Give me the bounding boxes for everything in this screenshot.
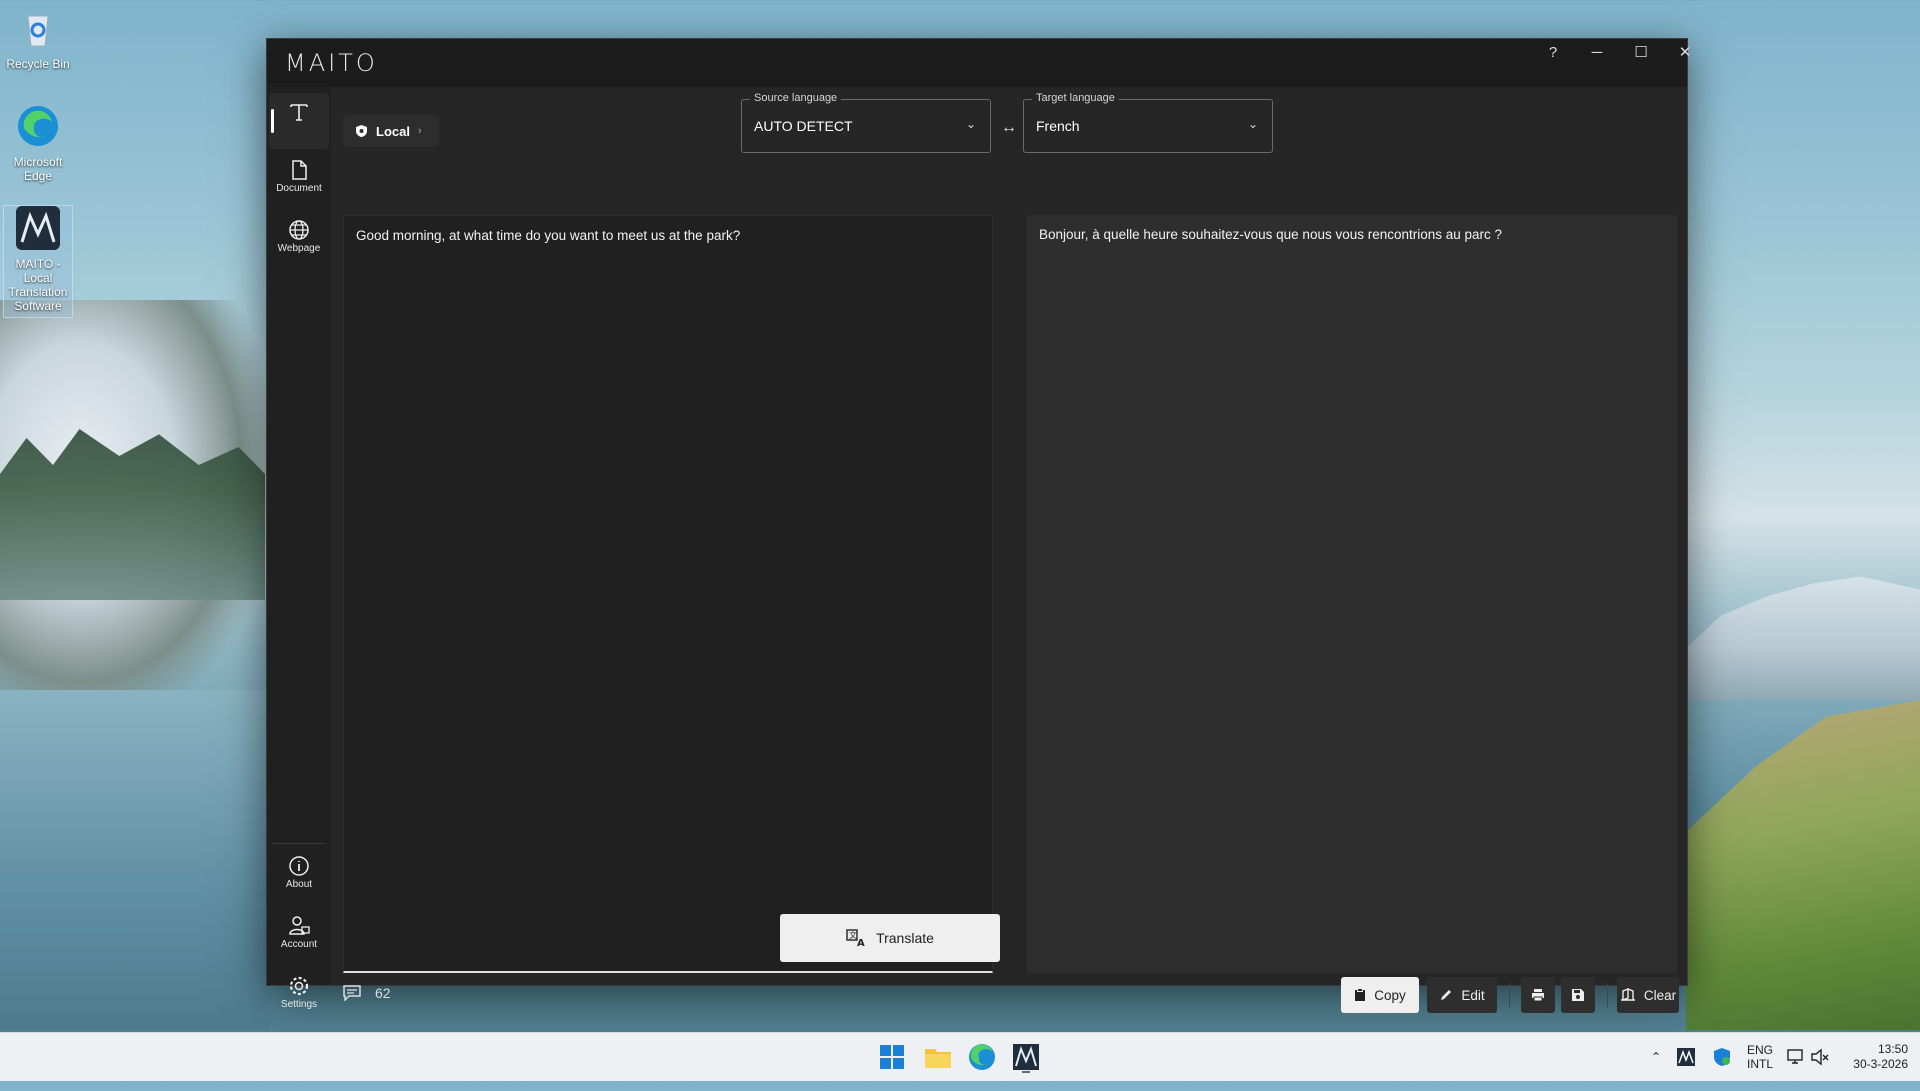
file-explorer-icon[interactable]: [922, 1041, 954, 1073]
desktop-icon-recycle-bin[interactable]: Recycle Bin: [4, 6, 72, 71]
clock-time: 13:50: [1877, 1042, 1908, 1056]
help-button[interactable]: ?: [1531, 39, 1575, 69]
edit-label: Edit: [1461, 987, 1485, 1003]
svg-text:A: A: [857, 938, 865, 947]
swap-languages-icon[interactable]: ↔: [997, 119, 1021, 139]
input-language-indicator[interactable]: ENG INTL: [1742, 1043, 1778, 1091]
translate-button[interactable]: 文 A Translate: [780, 914, 1000, 962]
volume-muted-icon[interactable]: [1810, 1047, 1830, 1067]
desktop-icon-maito[interactable]: MAITO - Local Translation Software: [3, 205, 73, 318]
start-icon[interactable]: [876, 1041, 908, 1073]
action-divider: [1509, 983, 1510, 1007]
sidebar-item-label: Settings: [280, 999, 318, 1010]
maito-taskbar-icon[interactable]: [1010, 1041, 1042, 1073]
main-content: Local › Source language AUTO DETECT ⌄ ↔ …: [331, 87, 1687, 1013]
document-icon: [292, 160, 307, 180]
gear-icon: [289, 976, 309, 996]
keyboard-layout: INTL: [1746, 1057, 1773, 1071]
maito-tray-icon[interactable]: [1676, 1047, 1696, 1067]
edit-button[interactable]: Edit: [1427, 977, 1497, 1013]
desktop-icon-label: Recycle Bin: [6, 57, 70, 71]
minimize-button[interactable]: ─: [1575, 39, 1619, 69]
info-icon: [289, 856, 309, 876]
edge-taskbar-icon[interactable]: [966, 1041, 998, 1073]
sidebar-item-settings[interactable]: Settings: [269, 967, 329, 1023]
translate-icon: 文 A: [846, 929, 865, 947]
copy-button[interactable]: Copy: [1341, 977, 1419, 1013]
chevron-down-icon: ⌄: [1247, 117, 1258, 131]
maito-window: MAITO ? ─ ☐ ✕ Document Webpage About Acc…: [266, 38, 1691, 1013]
sidebar-item-text[interactable]: [269, 93, 329, 149]
chevron-up-icon[interactable]: ⌃: [1646, 1033, 1666, 1081]
target-language-value: French: [1036, 118, 1080, 134]
eraser-icon: [1620, 988, 1635, 1002]
wallpaper-mountain-right: [1686, 576, 1920, 700]
sidebar: Document Webpage About Account Settings: [267, 87, 332, 1010]
target-language-select[interactable]: Target language French ⌄: [1023, 92, 1273, 153]
close-button[interactable]: ✕: [1663, 39, 1707, 69]
shield-icon: [356, 125, 367, 137]
clear-button[interactable]: Clear: [1617, 977, 1679, 1013]
maito-logo-icon: [16, 206, 60, 250]
pencil-icon: [1441, 990, 1452, 1000]
character-count-value: 62: [375, 985, 391, 1001]
print-button[interactable]: [1521, 977, 1555, 1013]
clock-date: 30-3-2026: [1853, 1057, 1908, 1071]
desktop-icon-label: MAITO - Local Translation Software: [8, 257, 68, 313]
clear-label: Clear: [1643, 987, 1677, 1003]
sidebar-item-label: About: [285, 879, 313, 890]
sidebar-item-label: Account: [280, 939, 318, 950]
local-mode-label: Local: [376, 123, 410, 139]
app-logo: MAITO: [285, 49, 378, 77]
printer-icon: [1532, 989, 1544, 1002]
translate-label: Translate: [876, 930, 934, 946]
svg-text:文: 文: [849, 930, 857, 940]
sidebar-divider: [273, 843, 325, 844]
source-text-area[interactable]: Good morning, at what time do you want t…: [343, 215, 1000, 973]
target-text-area[interactable]: Bonjour, à quelle heure souhaitez-vous q…: [1027, 215, 1677, 973]
source-language-select[interactable]: Source language AUTO DETECT ⌄: [741, 92, 991, 153]
sidebar-item-label: Webpage: [277, 243, 321, 254]
network-icon[interactable]: [1786, 1047, 1806, 1067]
target-language-legend: Target language: [1032, 92, 1119, 104]
taskbar: ⌃ ENG INTL 13:50 30-3-2026: [0, 1032, 1920, 1081]
sidebar-item-about[interactable]: About: [269, 847, 329, 903]
account-icon: [289, 916, 310, 935]
sidebar-item-document[interactable]: Document: [269, 151, 329, 207]
character-count: 62: [343, 985, 391, 1001]
local-mode-button[interactable]: Local ›: [343, 115, 439, 147]
source-language-legend: Source language: [750, 92, 842, 104]
chevron-right-icon: ›: [417, 125, 422, 137]
security-shield-icon[interactable]: [1712, 1047, 1732, 1067]
source-language-value: AUTO DETECT: [754, 118, 853, 134]
text-icon: [290, 104, 308, 121]
desktop-icon-edge[interactable]: Microsoft Edge: [4, 104, 72, 183]
wallpaper-lake: [0, 690, 270, 1030]
wallpaper-grass: [1686, 700, 1920, 1030]
clock[interactable]: 13:50 30-3-2026: [1836, 1042, 1908, 1090]
comment-icon: [343, 985, 361, 1001]
sidebar-item-label: Document: [276, 183, 322, 194]
target-text: Bonjour, à quelle heure souhaitez-vous q…: [1039, 227, 1503, 242]
globe-icon: [289, 220, 309, 240]
save-button[interactable]: [1561, 977, 1595, 1013]
action-divider: [1607, 983, 1608, 1007]
desktop-icon-label: Microsoft Edge: [13, 155, 63, 183]
language-code: ENG: [1746, 1043, 1773, 1057]
floppy-disk-icon: [1572, 989, 1584, 1001]
recycle-bin-icon: [27, 15, 49, 47]
chevron-down-icon: ⌄: [965, 117, 976, 131]
sidebar-item-account[interactable]: Account: [269, 907, 329, 963]
title-bar[interactable]: MAITO ? ─ ☐ ✕: [267, 39, 1691, 87]
sidebar-item-webpage[interactable]: Webpage: [269, 211, 329, 267]
source-text: Good morning, at what time do you want t…: [356, 228, 741, 243]
copy-label: Copy: [1374, 987, 1406, 1003]
maximize-button[interactable]: ☐: [1619, 39, 1663, 69]
clipboard-icon: [1355, 988, 1366, 1001]
edge-icon: [18, 106, 58, 146]
